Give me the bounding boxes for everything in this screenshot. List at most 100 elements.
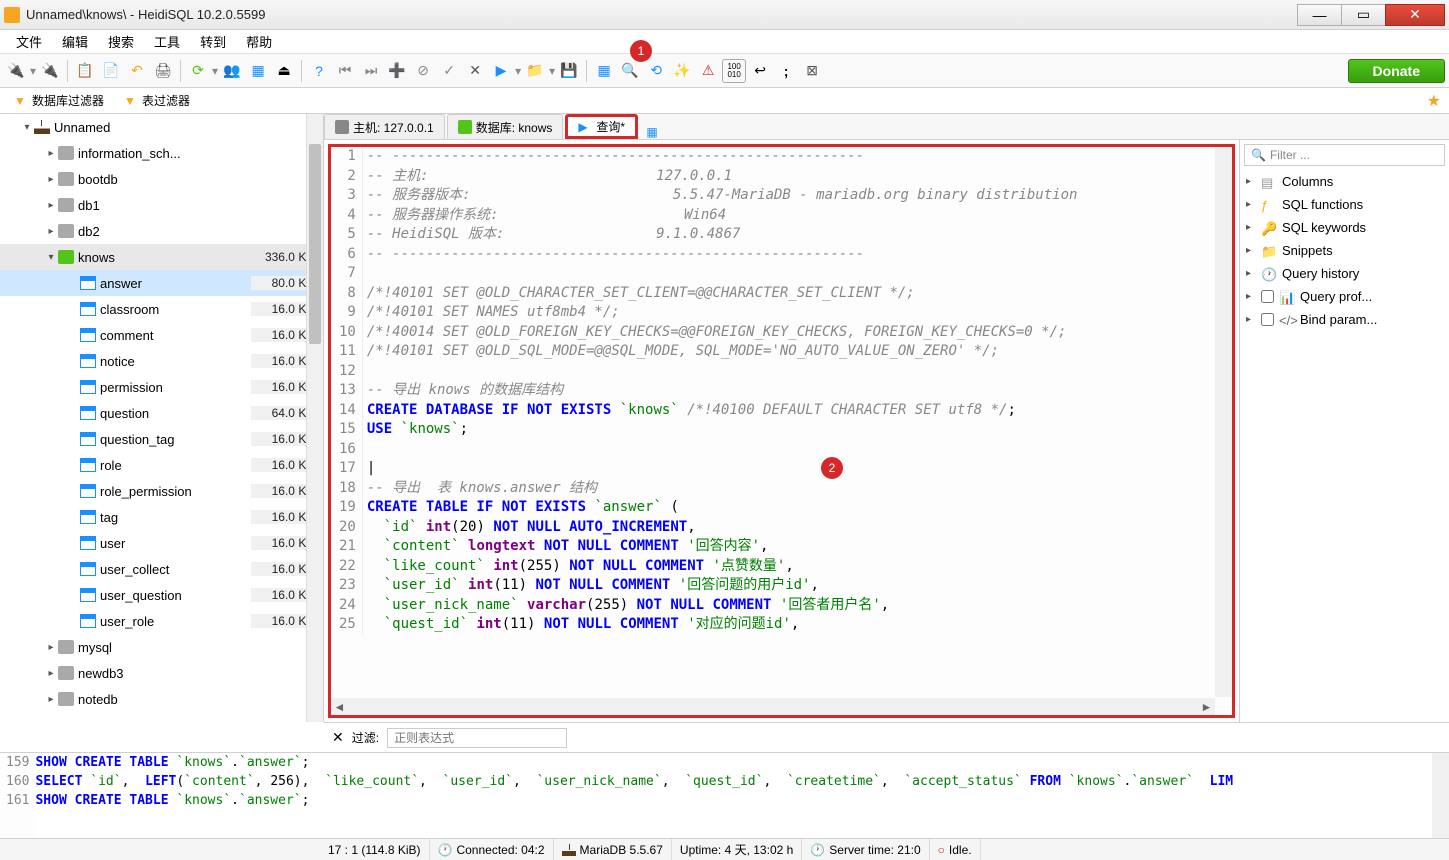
expand-icon[interactable]: ▾ [44,252,58,263]
copy-icon[interactable]: 📋 [73,59,97,83]
helper-checkbox[interactable] [1261,290,1274,303]
tree-item-db2[interactable]: ▸db2 [0,218,323,244]
tree-item-user[interactable]: user16.0 KiB [0,530,323,556]
menu-编辑[interactable]: 编辑 [52,29,98,54]
tree-item-classroom[interactable]: classroom16.0 KiB [0,296,323,322]
expand-icon[interactable]: ▸ [44,694,58,705]
helper-snippets[interactable]: ▸📁Snippets [1240,239,1449,262]
print-icon[interactable]: 🖨 [151,59,175,83]
menu-帮助[interactable]: 帮助 [236,29,282,54]
stop-icon[interactable]: ⊠ [800,59,824,83]
expand-icon[interactable]: ▸ [1246,199,1256,210]
semicolon-icon[interactable]: ; [774,59,798,83]
refresh-icon[interactable]: ⟳ [186,59,210,83]
sidebar-scrollbar[interactable] [306,114,323,722]
helper-query-history[interactable]: ▸🕐Query history [1240,262,1449,285]
scroll-left-icon[interactable]: ◄ [331,698,348,715]
tree-item-bootdb[interactable]: ▸bootdb [0,166,323,192]
expand-icon[interactable]: ▸ [1246,314,1256,325]
expand-icon[interactable]: ▸ [44,174,58,185]
expand-icon[interactable]: ▸ [44,668,58,679]
users-icon[interactable]: 👥 [220,59,244,83]
tree-item-question_tag[interactable]: question_tag16.0 KiB [0,426,323,452]
tree-item-user_question[interactable]: user_question16.0 KiB [0,582,323,608]
new-tab-button[interactable]: ▦ [640,125,664,139]
apply-icon[interactable]: ✓ [437,59,461,83]
tree-item-Unnamed[interactable]: ▾Unnamed [0,114,323,140]
undo-icon[interactable]: ↶ [125,59,149,83]
grid-icon[interactable]: ▦ [592,59,616,83]
log-scrollbar[interactable] [1432,753,1449,838]
binary-icon[interactable]: 100010 [722,59,746,83]
open-folder-icon[interactable]: 📁 [523,59,547,83]
tree-item-question[interactable]: question64.0 KiB [0,400,323,426]
tree-item-permission[interactable]: permission16.0 KiB [0,374,323,400]
tree-item-notedb[interactable]: ▸notedb [0,686,323,712]
expand-icon[interactable]: ▸ [44,148,58,159]
helper-columns[interactable]: ▸▤Columns [1240,170,1449,193]
format-icon[interactable]: ✨ [670,59,694,83]
add-icon[interactable]: ➕ [385,59,409,83]
filter-regex-input[interactable] [387,728,567,748]
warning-icon[interactable]: ⚠ [696,59,720,83]
tree-item-user_role[interactable]: user_role16.0 KiB [0,608,323,634]
menu-工具[interactable]: 工具 [144,29,190,54]
tree-item-answer[interactable]: answer80.0 KiB [0,270,323,296]
helper-sql-functions[interactable]: ▸ƒSQL functions [1240,193,1449,216]
sql-editor[interactable]: 2 12345678910111213141516171819202122232… [328,144,1235,718]
table-filter-tab[interactable]: ▼ 表过滤器 [114,89,200,112]
menu-转到[interactable]: 转到 [190,29,236,54]
sql-log[interactable]: 159160161SHOW CREATE TABLE `knows`.`answ… [0,752,1449,838]
tree-item-newdb3[interactable]: ▸newdb3 [0,660,323,686]
new-connect-icon[interactable]: 🔌 [38,59,62,83]
tree-item-role_permission[interactable]: role_permission16.0 KiB [0,478,323,504]
expand-icon[interactable]: ▸ [1246,268,1256,279]
tree-item-notice[interactable]: notice16.0 KiB [0,348,323,374]
helper-sql-keywords[interactable]: ▸🔑SQL keywords [1240,216,1449,239]
replace-icon[interactable]: ⟲ [644,59,668,83]
expand-icon[interactable]: ▸ [1246,245,1256,256]
tab-database[interactable]: 数据库: knows [447,114,564,139]
expand-icon[interactable]: ▸ [44,642,58,653]
expand-icon[interactable]: ▸ [1246,291,1256,302]
tree-item-information_sch...[interactable]: ▸information_sch... [0,140,323,166]
expand-icon[interactable]: ▾ [20,122,34,133]
maximize-button[interactable]: ▭ [1341,4,1386,26]
donate-button[interactable]: Donate [1348,59,1445,83]
helper-filter-input[interactable]: 🔍 Filter ... [1244,144,1445,166]
cancel-icon[interactable]: ✕ [463,59,487,83]
editor-vscrollbar[interactable] [1215,147,1232,697]
menu-文件[interactable]: 文件 [6,29,52,54]
menu-搜索[interactable]: 搜索 [98,29,144,54]
helper-checkbox[interactable] [1261,313,1274,326]
variables-icon[interactable]: ▦ [246,59,270,83]
tree-item-mysql[interactable]: ▸mysql [0,634,323,660]
flush-icon[interactable]: ⏏ [272,59,296,83]
db-filter-tab[interactable]: ▼ 数据库过滤器 [4,89,114,112]
tree-item-db1[interactable]: ▸db1 [0,192,323,218]
database-tree[interactable]: ▾Unnamed▸information_sch...▸bootdb▸db1▸d… [0,114,323,712]
tree-item-tag[interactable]: tag16.0 KiB [0,504,323,530]
expand-icon[interactable]: ▸ [1246,176,1256,187]
tree-item-knows[interactable]: ▾knows336.0 KiB [0,244,323,270]
tree-item-role[interactable]: role16.0 KiB [0,452,323,478]
search-icon[interactable]: 🔍 [618,59,642,83]
editor-hscrollbar[interactable]: ◄ ► [331,698,1215,715]
helper-bind-param-[interactable]: ▸</>Bind param... [1240,308,1449,331]
help-icon[interactable]: ? [307,59,331,83]
minimize-button[interactable]: — [1297,4,1342,26]
run-icon[interactable]: ▶ [489,59,513,83]
expand-icon[interactable]: ▸ [44,226,58,237]
remove-icon[interactable]: ⊘ [411,59,435,83]
save-icon[interactable]: 💾 [557,59,581,83]
paste-icon[interactable]: 📄 [99,59,123,83]
connect-icon[interactable]: 🔌 [4,59,28,83]
wrap-icon[interactable]: ↩ [748,59,772,83]
tree-item-user_collect[interactable]: user_collect16.0 KiB [0,556,323,582]
last-icon[interactable]: ⏭ [359,59,383,83]
tab-host[interactable]: 主机: 127.0.0.1 [324,114,445,139]
close-button[interactable]: ✕ [1385,4,1445,26]
favorite-icon[interactable]: ★ [1427,91,1441,111]
tab-query[interactable]: ▶ 查询* [565,114,638,139]
filter-close-button[interactable]: ✕ [332,729,344,746]
